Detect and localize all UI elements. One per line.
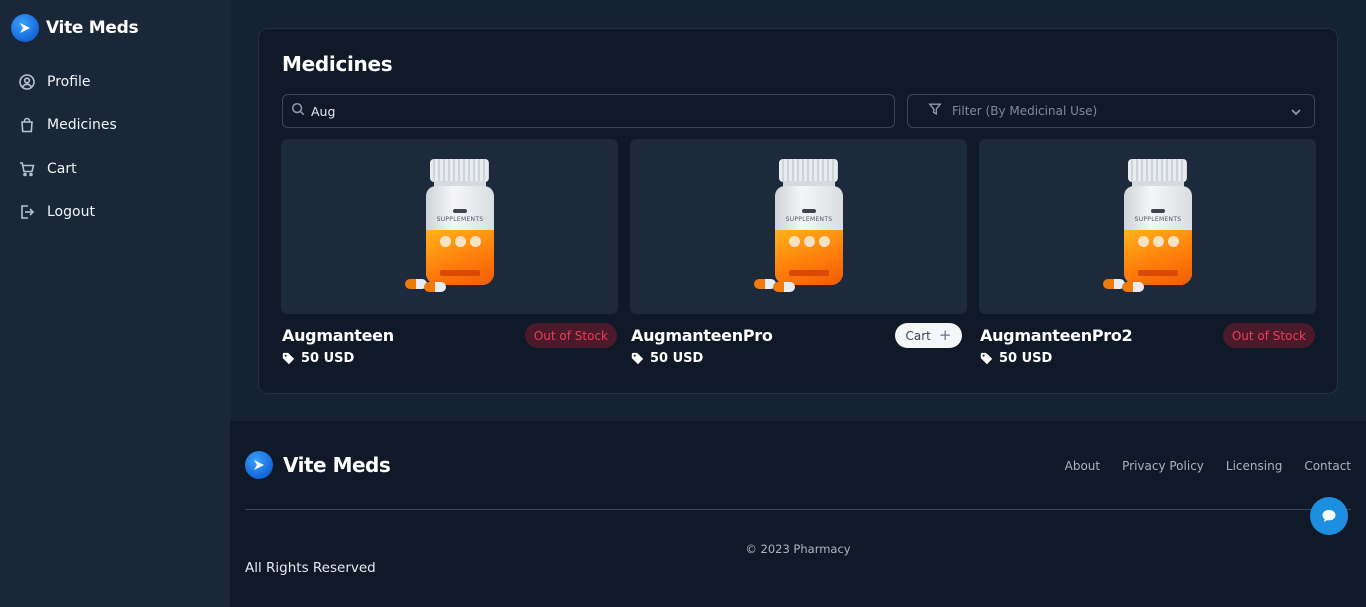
shopping-bag-icon	[18, 116, 36, 134]
price-tag-icon	[980, 352, 993, 365]
sidebar-item-cart[interactable]: Cart	[18, 147, 117, 191]
footer-brand[interactable]: Vite Meds	[245, 451, 391, 479]
search-box[interactable]	[282, 94, 895, 128]
rights-text: All Rights Reserved	[245, 560, 376, 576]
product-card[interactable]: SUPPLEMENTS AugmanteenPro 50 USD Cart +	[630, 139, 967, 366]
footer-links: About Privacy Policy Licensing Contact	[1065, 459, 1351, 473]
product-card[interactable]: SUPPLEMENTS AugmanteenPro2 50 USD Out of…	[979, 139, 1316, 366]
footer: Vite Meds About Privacy Policy Licensing…	[230, 421, 1366, 607]
footer-divider	[245, 509, 1351, 510]
filter-icon	[928, 102, 942, 121]
footer-link-privacy-policy[interactable]: Privacy Policy	[1122, 459, 1204, 473]
add-to-cart-label: Cart	[905, 328, 931, 343]
sidebar-item-label: Logout	[47, 204, 95, 221]
sidebar-item-label: Cart	[47, 160, 77, 177]
add-to-cart-button[interactable]: Cart +	[895, 323, 962, 348]
sidebar-item-label: Profile	[47, 73, 91, 90]
sidebar-item-logout[interactable]: Logout	[18, 191, 117, 235]
medicine-bottle-image: SUPPLEMENTS	[1124, 159, 1192, 285]
plus-icon: +	[938, 326, 952, 344]
medicines-panel: Medicines Filter (By Medicinal Use) SUPP…	[258, 28, 1338, 394]
product-image[interactable]: SUPPLEMENTS	[630, 139, 967, 314]
price-tag-icon	[631, 352, 644, 365]
medicine-bottle-image: SUPPLEMENTS	[775, 159, 843, 285]
sidebar-item-profile[interactable]: Profile	[18, 60, 117, 104]
footer-link-about[interactable]: About	[1065, 459, 1100, 473]
logout-icon	[18, 203, 36, 221]
price-tag-icon	[282, 352, 295, 365]
chat-button[interactable]	[1310, 497, 1348, 535]
copyright-text: © 2023 Pharmacy	[745, 542, 851, 556]
chevron-down-icon	[1290, 105, 1302, 123]
price-text: 50 USD	[999, 351, 1053, 366]
product-name: Augmanteen	[282, 326, 394, 345]
brand-logo-icon	[245, 451, 273, 479]
out-of-stock-badge: Out of Stock	[524, 323, 617, 348]
sidebar-item-medicines[interactable]: Medicines	[18, 104, 117, 148]
price-text: 50 USD	[301, 351, 355, 366]
product-card[interactable]: SUPPLEMENTS Augmanteen 50 USD Out of Sto…	[281, 139, 618, 366]
medicine-bottle-image: SUPPLEMENTS	[426, 159, 494, 285]
search-input[interactable]	[311, 103, 871, 119]
sidebar-nav: Profile Medicines Cart Logout	[18, 60, 117, 234]
sidebar-item-label: Medicines	[47, 117, 117, 134]
brand-logo-icon	[11, 14, 39, 42]
product-price: 50 USD	[631, 351, 703, 366]
page-title: Medicines	[282, 52, 393, 76]
sidebar: Vite Meds Profile Medicines Cart Logout	[0, 0, 230, 607]
product-price: 50 USD	[282, 351, 354, 366]
product-name: AugmanteenPro2	[980, 326, 1133, 345]
filter-select[interactable]: Filter (By Medicinal Use)	[907, 94, 1315, 128]
out-of-stock-badge: Out of Stock	[1222, 323, 1315, 348]
product-name: AugmanteenPro	[631, 326, 773, 345]
search-icon	[291, 102, 305, 121]
cart-icon	[18, 160, 36, 178]
sidebar-brand[interactable]: Vite Meds	[11, 14, 139, 42]
footer-brand-name: Vite Meds	[283, 453, 391, 477]
product-price: 50 USD	[980, 351, 1052, 366]
filter-placeholder: Filter (By Medicinal Use)	[952, 104, 1098, 118]
brand-name: Vite Meds	[46, 18, 139, 38]
user-circle-icon	[18, 73, 36, 91]
footer-link-contact[interactable]: Contact	[1304, 459, 1351, 473]
product-image[interactable]: SUPPLEMENTS	[281, 139, 618, 314]
product-image[interactable]: SUPPLEMENTS	[979, 139, 1316, 314]
chat-bubble-icon	[1322, 510, 1336, 522]
footer-link-licensing[interactable]: Licensing	[1226, 459, 1282, 473]
price-text: 50 USD	[650, 351, 704, 366]
